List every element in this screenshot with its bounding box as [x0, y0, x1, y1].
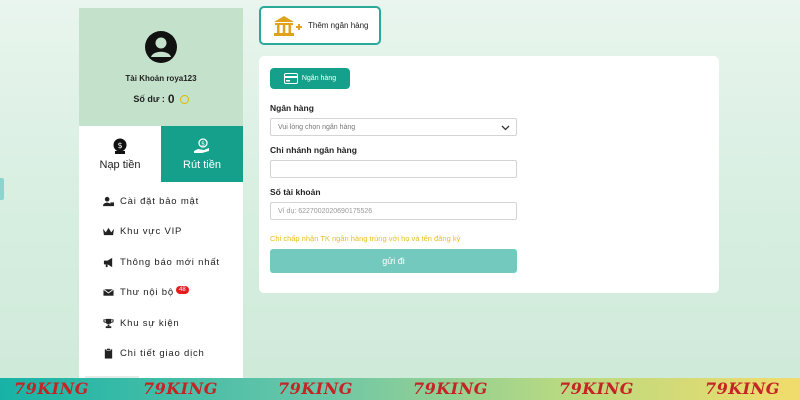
crown-icon: [103, 228, 114, 236]
brand-logo: 79KING: [143, 379, 218, 398]
envelope-icon: [103, 289, 114, 296]
bank-card-icon: [283, 73, 298, 84]
brand-logo: 79KING: [705, 379, 780, 398]
brand-logo: 79KING: [14, 379, 89, 398]
menu-label: Khu sự kiện: [120, 317, 180, 329]
branch-field-label: Chi nhánh ngân hàng: [270, 145, 357, 155]
brand-strip: 79KING 79KING 79KING 79KING 79KING 79KIN…: [0, 378, 800, 400]
svg-text:$: $: [201, 140, 205, 147]
account-number-label: Số tài khoản: [270, 187, 321, 197]
refresh-coin-icon[interactable]: [179, 94, 189, 104]
menu-label: Thông báo mới nhất: [120, 256, 220, 268]
menu-label: Chi tiết giao dịch: [120, 348, 205, 360]
brand-logo: 79KING: [559, 379, 634, 398]
menu-item-events[interactable]: Khu sự kiện: [79, 308, 243, 339]
add-bank-label: Thêm ngân hàng: [308, 21, 369, 30]
user-avatar-icon: [145, 31, 177, 63]
deposit-label: Nạp tiền: [99, 158, 141, 171]
unread-badge: 48: [175, 285, 189, 294]
hand-money-icon: $: [194, 137, 209, 153]
chevron-down-icon: [501, 125, 510, 131]
user-lock-icon: [103, 196, 114, 206]
wallet-actions: $ Nạp tiền $ Rút tiền: [79, 126, 243, 182]
menu-label: Khu vực VIP: [120, 226, 183, 238]
bank-field-label: Ngân hàng: [270, 103, 314, 113]
trophy-icon: [103, 318, 114, 328]
profile-panel: Tài Khoản roya123 Số dư : 0: [79, 8, 243, 126]
brand-logo: 79KING: [278, 379, 353, 398]
menu-item-transactions[interactable]: Chi tiết giao dịch: [79, 339, 243, 370]
account-menu: Cài đặt bảo mật Khu vực VIP Thông báo mớ…: [79, 182, 243, 369]
bank-select-value: Vui lòng chọn ngân hàng: [278, 123, 356, 131]
bank-add-icon: [274, 15, 302, 36]
menu-item-inbox[interactable]: Thư nội bộ 48: [79, 278, 243, 309]
menu-label: Cài đặt bảo mật: [120, 195, 200, 207]
menu-item-security[interactable]: Cài đặt bảo mật: [79, 186, 243, 217]
menu-item-news[interactable]: Thông báo mới nhất: [79, 247, 243, 278]
menu-item-vip[interactable]: Khu vực VIP: [79, 217, 243, 248]
withdraw-label: Rút tiền: [183, 158, 221, 171]
brand-logo: 79KING: [413, 379, 488, 398]
tab-bank-label: Ngân hàng: [301, 75, 337, 82]
balance-value: 0: [167, 92, 175, 106]
svg-text:$: $: [117, 141, 122, 150]
side-edge-tab[interactable]: [0, 178, 4, 200]
name-match-note: Chỉ chấp nhận TK ngân hàng trùng với họ …: [270, 234, 461, 243]
megaphone-icon: [103, 257, 113, 267]
account-number-input[interactable]: Ví dụ: 6227002020690175526: [270, 202, 517, 220]
withdraw-button[interactable]: $ Rút tiền: [161, 126, 243, 182]
branch-input[interactable]: [270, 160, 517, 178]
add-bank-button[interactable]: Thêm ngân hàng: [259, 6, 381, 45]
deposit-button[interactable]: $ Nạp tiền: [79, 126, 161, 182]
balance-label: Số dư :: [133, 94, 165, 104]
account-name: Tài Khoản roya123: [125, 74, 197, 83]
sidebar: Tài Khoản roya123 Số dư : 0 $ Nạp tiền $…: [79, 8, 243, 400]
submit-button[interactable]: gửi đi: [270, 249, 517, 273]
menu-label: Thư nội bộ: [120, 287, 174, 299]
tab-bank[interactable]: Ngân hàng: [270, 68, 350, 89]
bank-form-card: Ngân hàng Ngân hàng Vui lòng chọn ngân h…: [259, 56, 719, 293]
clipboard-icon: [104, 348, 113, 359]
bank-select[interactable]: Vui lòng chọn ngân hàng: [270, 118, 517, 136]
money-bag-icon: $: [113, 138, 127, 154]
balance: Số dư : 0: [79, 92, 243, 106]
account-number-placeholder: Ví dụ: 6227002020690175526: [278, 207, 373, 215]
